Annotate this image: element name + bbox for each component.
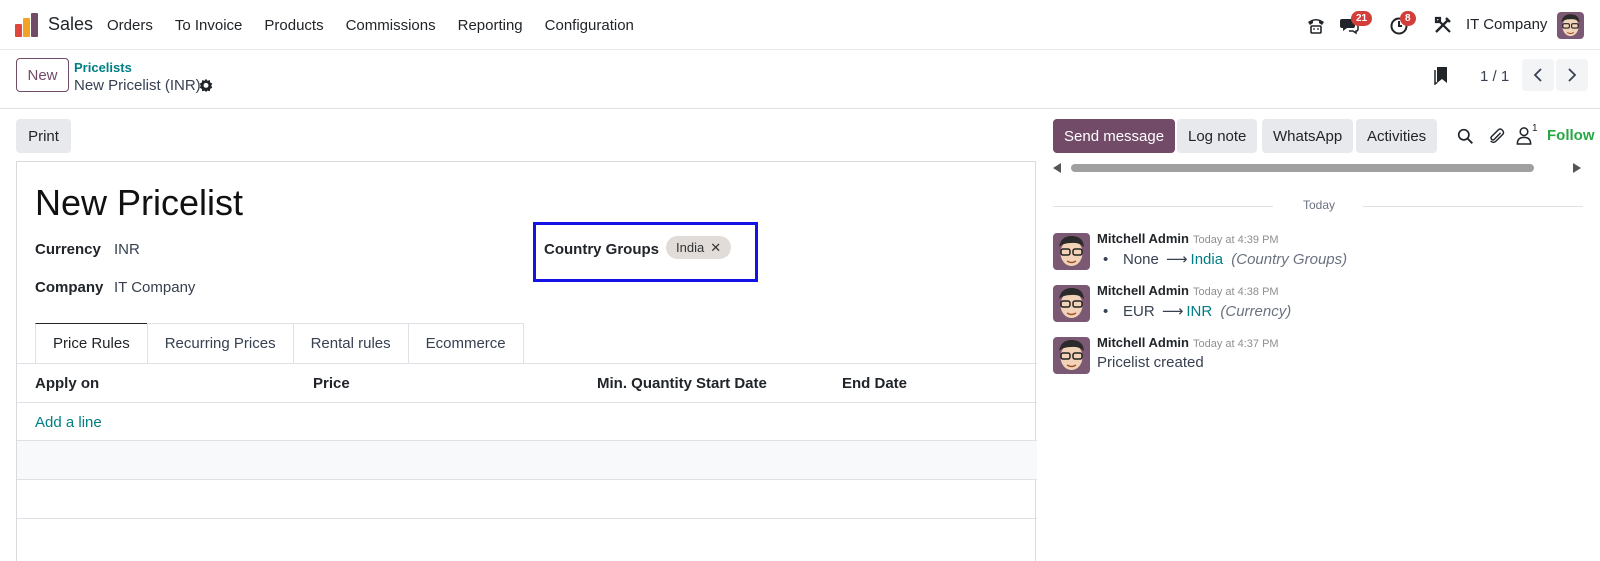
currency-label: Currency — [35, 241, 101, 258]
tracking-field-name: (Currency) — [1220, 303, 1292, 320]
chatter-horizontal-scrollbar[interactable] — [1053, 163, 1583, 173]
arrow-right-icon: ⟶ — [1166, 251, 1188, 268]
table-row-divider — [17, 518, 1037, 519]
tab-price-rules[interactable]: Price Rules — [35, 323, 148, 363]
tools-icon[interactable] — [1433, 15, 1453, 35]
breadcrumb-current: New Pricelist (INR) — [74, 77, 201, 94]
new-button[interactable]: New — [16, 58, 69, 92]
arrow-right-icon: ⟶ — [1161, 303, 1184, 320]
breadcrumb-pricelists[interactable]: Pricelists — [74, 60, 132, 75]
today-separator: Today — [1053, 198, 1583, 214]
message-body: • EUR ⟶ INR (Currency) — [1103, 302, 1291, 320]
notebook-tabs: Price Rules Recurring Prices Rental rule… — [35, 323, 524, 363]
followers-count: 1 — [1532, 123, 1538, 134]
follow-button[interactable]: Follow — [1547, 127, 1600, 144]
pricelist-name-field[interactable]: New Pricelist — [35, 182, 243, 224]
add-a-line-link[interactable]: Add a line — [35, 414, 102, 431]
app-name[interactable]: Sales — [48, 14, 93, 35]
followers-icon[interactable] — [1516, 126, 1532, 145]
message-body: Pricelist created — [1097, 354, 1204, 371]
country-groups-label: Country Groups — [544, 241, 659, 258]
message-body: • None ⟶ India (Country Groups) — [1103, 250, 1347, 268]
tab-divider — [17, 363, 1037, 364]
pager-previous-button[interactable] — [1522, 59, 1554, 91]
today-label: Today — [1303, 198, 1336, 212]
bullet-icon: • — [1103, 251, 1109, 268]
search-icon[interactable] — [1457, 128, 1474, 145]
message-time: Today at 4:38 PM — [1192, 286, 1279, 298]
tab-recurring-prices[interactable]: Recurring Prices — [146, 323, 294, 363]
user-avatar[interactable] — [1557, 12, 1584, 39]
tracking-field-name: (Country Groups) — [1231, 251, 1348, 268]
message-time: Today at 4:37 PM — [1192, 338, 1279, 350]
activities-menu[interactable]: 8 — [1389, 11, 1416, 35]
control-panel: New Pricelists New Pricelist (INR) 1 / 1 — [0, 51, 1600, 109]
company-label: Company — [35, 279, 104, 296]
tracking-new-value: India — [1190, 251, 1224, 268]
author-avatar-icon — [1053, 285, 1090, 322]
table-header-divider — [17, 402, 1037, 403]
message-author[interactable]: Mitchell Admin Today at 4:37 PM — [1097, 335, 1279, 350]
user-avatar-icon — [1557, 12, 1584, 39]
tracking-old-value: None — [1123, 251, 1159, 268]
message-time: Today at 4:39 PM — [1192, 234, 1279, 246]
tracking-old-value: EUR — [1123, 303, 1155, 320]
author-avatar-icon — [1053, 233, 1090, 270]
messages-badge: 21 — [1351, 11, 1373, 26]
tracking-new-value: INR — [1186, 303, 1213, 320]
currency-field[interactable]: INR — [114, 241, 140, 258]
pager-next-button[interactable] — [1556, 59, 1588, 91]
activities-badge: 8 — [1400, 11, 1416, 26]
tag-remove-icon[interactable]: ✕ — [710, 240, 721, 256]
send-message-button[interactable]: Send message — [1053, 119, 1176, 153]
country-group-tag[interactable]: India ✕ — [666, 236, 732, 259]
gear-icon[interactable] — [199, 78, 213, 92]
messages-menu[interactable]: 21 — [1339, 11, 1373, 35]
message-author[interactable]: Mitchell Admin Today at 4:38 PM — [1097, 283, 1279, 298]
column-price[interactable]: Price — [313, 375, 350, 392]
print-button[interactable]: Print — [16, 119, 71, 153]
author-avatar[interactable] — [1053, 233, 1090, 270]
menu-products[interactable]: Products — [253, 17, 334, 34]
column-start-date[interactable]: Start Date — [696, 375, 767, 392]
chevron-right-icon — [1568, 68, 1577, 82]
column-min-quantity[interactable]: Min. Quantity — [597, 375, 692, 392]
bookmark-icon[interactable] — [1434, 65, 1450, 85]
log-note-button[interactable]: Log note — [1177, 119, 1258, 153]
country-group-tag-label: India — [676, 240, 705, 255]
menu-commissions[interactable]: Commissions — [335, 17, 447, 34]
phone-icon[interactable] — [1306, 15, 1326, 35]
tab-ecommerce[interactable]: Ecommerce — [407, 323, 524, 363]
form-sheet: New Pricelist Currency INR Company IT Co… — [16, 161, 1037, 561]
menu-to-invoice[interactable]: To Invoice — [164, 17, 254, 34]
company-field[interactable]: IT Company — [114, 279, 195, 296]
menu-configuration[interactable]: Configuration — [534, 17, 645, 34]
top-navbar: Sales Orders To Invoice Products Commiss… — [0, 0, 1600, 50]
menu-orders[interactable]: Orders — [96, 17, 164, 34]
company-switcher[interactable]: IT Company — [1466, 16, 1547, 33]
main-menu: Orders To Invoice Products Commissions R… — [96, 0, 645, 50]
author-avatar-icon — [1053, 337, 1090, 374]
pager-value[interactable]: 1 / 1 — [1480, 68, 1509, 85]
bullet-icon: • — [1103, 303, 1109, 320]
author-avatar[interactable] — [1053, 337, 1090, 374]
author-avatar[interactable] — [1053, 285, 1090, 322]
chevron-left-icon — [1533, 68, 1542, 82]
table-row — [17, 441, 1037, 480]
message-author[interactable]: Mitchell Admin Today at 4:39 PM — [1097, 231, 1279, 246]
column-apply-on[interactable]: Apply on — [35, 375, 99, 392]
table-row-divider — [17, 479, 1037, 480]
activities-button[interactable]: Activities — [1356, 119, 1438, 153]
paperclip-icon[interactable] — [1488, 127, 1506, 146]
column-end-date[interactable]: End Date — [842, 375, 907, 392]
sales-app-icon[interactable] — [14, 12, 40, 38]
tab-rental-rules[interactable]: Rental rules — [292, 323, 409, 363]
menu-reporting[interactable]: Reporting — [447, 17, 534, 34]
whatsapp-button[interactable]: WhatsApp — [1262, 119, 1354, 153]
